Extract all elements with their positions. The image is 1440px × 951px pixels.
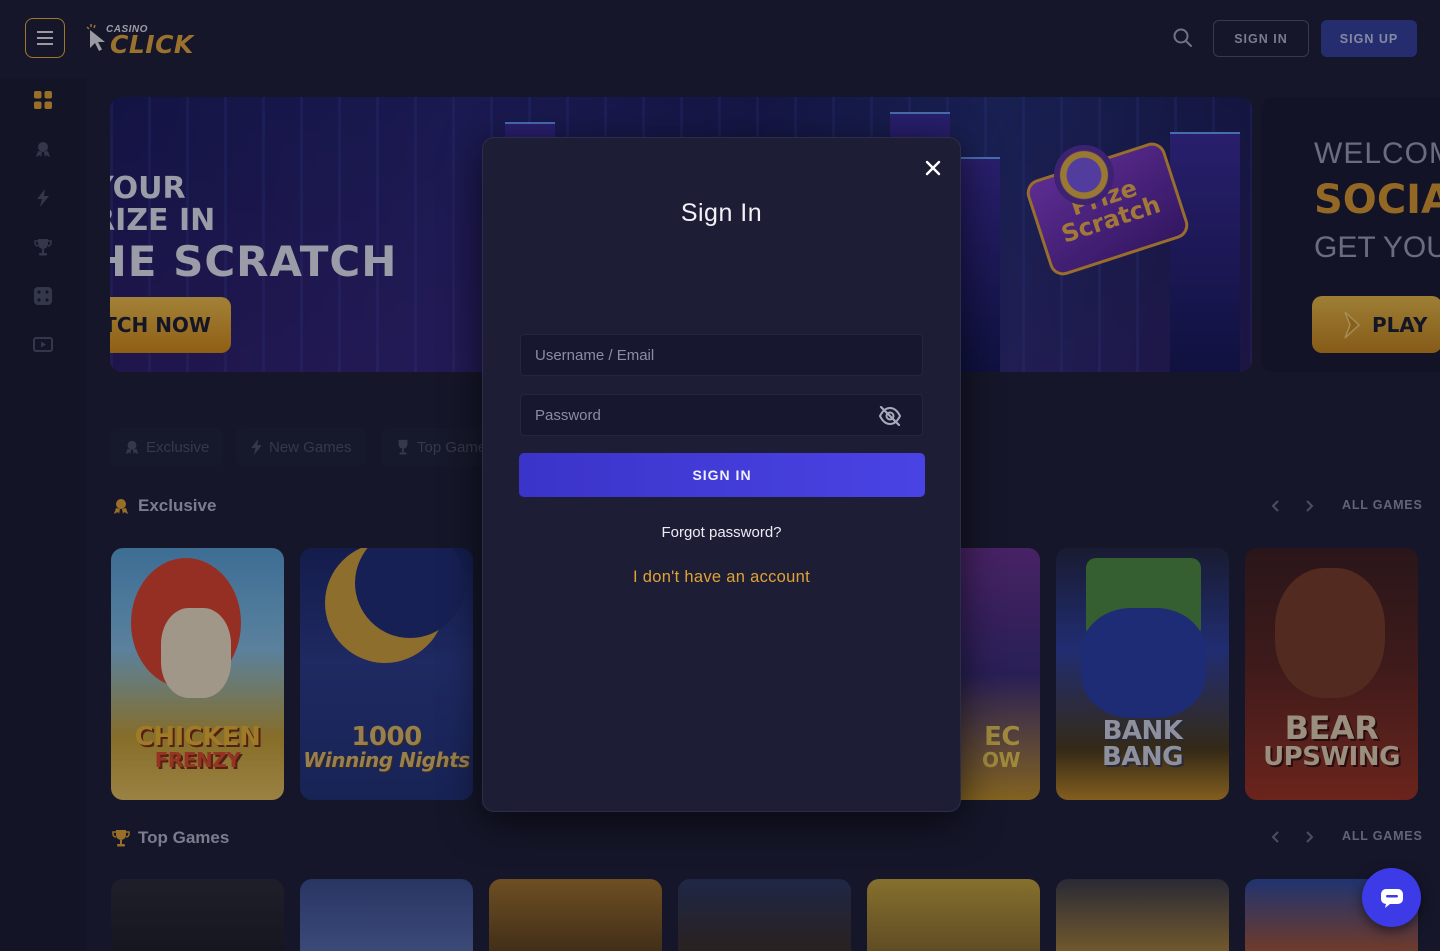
password-field[interactable] <box>520 394 923 436</box>
no-account-link[interactable]: I don't have an account <box>483 568 960 587</box>
modal-title: Sign In <box>680 199 763 227</box>
signin-modal: Sign In SIGN IN Forgot password? I don't… <box>482 137 961 812</box>
modal-close-button[interactable] <box>923 158 943 178</box>
close-icon <box>925 160 941 176</box>
forgot-password-link[interactable]: Forgot password? <box>483 524 960 541</box>
eye-off-icon[interactable] <box>878 406 902 426</box>
username-input[interactable] <box>521 335 922 375</box>
password-input[interactable] <box>521 395 922 435</box>
chat-support-button[interactable] <box>1362 868 1421 927</box>
chat-icon <box>1380 888 1403 908</box>
signin-submit-button[interactable]: SIGN IN <box>519 453 925 497</box>
username-field[interactable] <box>520 334 923 376</box>
